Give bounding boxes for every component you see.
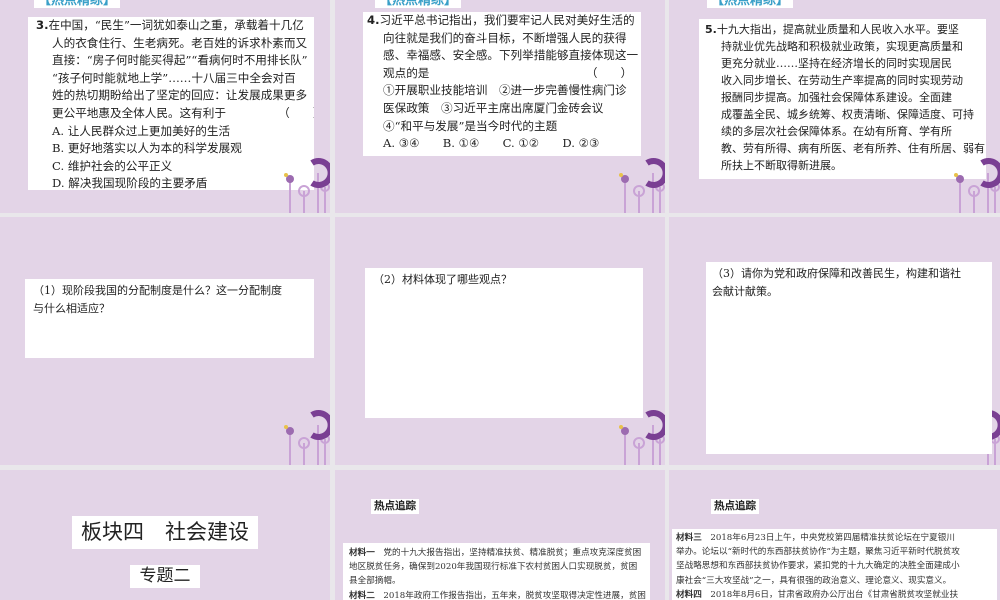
question-5-box: 5.十九大指出，提高就业质量和人民收入水平。要坚 持就业优先战略和积极就业政策，…: [699, 19, 986, 179]
text-line: 人的衣食住行、生老病死。老百姓的诉求朴素而又: [52, 35, 308, 50]
question-number: 5.: [705, 23, 717, 36]
text-line: 更充分就业……坚持在经济增长的同时实现居民: [721, 57, 952, 70]
option-c: C. 维护社会的公平正义: [52, 158, 173, 173]
text-line: （3）请你为党和政府保障和改善民生，构建和谐社: [712, 267, 961, 280]
slide-thumbnail-4[interactable]: （1）现阶段我国的分配制度是什么？这一分配制度 与什么相适应？: [0, 217, 330, 465]
text-line: 2018年8月6日，甘肃省政府办公厅出台《甘肃省脱贫攻坚就业扶: [710, 589, 959, 600]
question-1-box: （1）现阶段我国的分配制度是什么？这一分配制度 与什么相适应？: [25, 279, 314, 358]
question-2-box: （2）材料体现了哪些观点？: [365, 268, 643, 418]
slide-thumbnail-8[interactable]: 热点追踪 材料一 党的十九大报告指出，坚持精准扶贫、精准脱贫；重点攻克深度贫困 …: [335, 470, 665, 600]
text-line: 与什么相适应？: [33, 301, 110, 315]
text-line: 成覆盖全民、城乡统筹、权责清晰、保障适度、可持: [721, 108, 974, 121]
material-box: 材料三 2018年6月23日上午，中央党校第四届精准扶贫论坛在宁夏银川 举办。论…: [672, 529, 997, 600]
hot-topic-heading: 热点追踪: [711, 499, 759, 514]
text-line: 举办。论坛以“新时代的东西部扶贫协作”为主题，聚焦习近平新时代脱贫攻: [676, 547, 960, 558]
question-number: 3.: [36, 18, 49, 32]
slide-thumbnail-3[interactable]: 【热点精练】 5.十九大指出，提高就业质量和人民收入水平。要坚 持就业优先战略和…: [669, 0, 1000, 213]
text-line: 向往就是我们的奋斗目标，不断增强人民的获得: [383, 30, 627, 45]
question-number: 4.: [367, 13, 380, 27]
hot-topic-heading: 热点追踪: [371, 499, 419, 514]
material-label: 材料三: [676, 533, 702, 543]
text-line: 县全部摘帽。: [349, 576, 401, 587]
slide-thumbnail-9[interactable]: 热点追踪 材料三 2018年6月23日上午，中央党校第四届精准扶贫论坛在宁夏银川…: [669, 470, 1000, 600]
text-line: （2）材料体现了哪些观点？: [373, 273, 512, 286]
text-line: 报酬同步提高。加强社会保障体系建设。全面建: [721, 91, 952, 104]
topic-subtitle: 专题二: [130, 565, 200, 588]
text-line: 持就业优先战略和积极就业政策，实现更高质量和: [721, 40, 963, 53]
text-line: 直接：“房子何时能买得起”“看病何时不用排长队”: [52, 53, 308, 68]
text-line: 地区脱贫任务，确保到2020年我国现行标准下农村贫困人口实现脱贫，贫困: [349, 562, 638, 573]
material-box: 材料一 党的十九大报告指出，坚持精准扶贫、精准脱贫；重点攻克深度贫困 地区脱贫任…: [343, 543, 650, 600]
text-line: 所扶上不断取得新进展。: [721, 159, 842, 172]
option-a: A. 让人民群众过上更加美好的生活: [52, 123, 231, 138]
text-line: 坚战略思想和东西部扶贫协作要求，紧扣党的十九大确定的决胜全面建成小: [676, 561, 960, 572]
flower-decoration-icon: [619, 158, 665, 213]
material-label: 材料一: [349, 548, 375, 558]
section-title: 板块四 社会建设: [72, 516, 258, 549]
text-line: ①开展职业技能培训 ②进一步完善慢性病门诊: [383, 83, 627, 98]
text-line: （1）现阶段我国的分配制度是什么？这一分配制度: [33, 284, 282, 297]
flower-decoration-icon: [619, 410, 665, 465]
text-line: 会献计献策。: [712, 284, 778, 298]
slide-thumbnail-6[interactable]: （3）请你为党和政府保障和改善民生，构建和谐社 会献计献策。: [669, 217, 1000, 465]
text-line: 教、劳有所得、病有所医、老有所养、住有所居、弱有: [721, 142, 985, 155]
text-line: 2018年6月23日上午，中央党校第四届精准扶贫论坛在宁夏银川: [710, 533, 955, 543]
text-line: 收入同步增长、在劳动生产率提高的同时实现劳动: [721, 74, 963, 87]
flower-decoration-icon: [284, 410, 330, 465]
text-line: 医保政策 ③习近平主席出席厦门金砖会议: [383, 100, 604, 115]
text-line: 康社会“三大攻坚战”之一，具有很强的政治意义、理论意义、现实意义。: [676, 575, 952, 586]
slide-thumbnail-7[interactable]: 板块四 社会建设 专题二: [0, 470, 330, 600]
material-label: 材料二: [349, 590, 375, 600]
text-line: 观点的是 （ ）: [383, 65, 633, 80]
text-line: 习近平总书记指出，我们要牢记人民对美好生活的: [379, 13, 635, 27]
answer-options: A. ③④ B. ①④ C. ①② D. ②③: [383, 136, 600, 151]
question-3-box: （3）请你为党和政府保障和改善民生，构建和谐社 会献计献策。: [706, 262, 992, 454]
slide-tag: 【热点精练】: [375, 0, 462, 8]
option-d: D. 解决我国现阶段的主要矛盾: [52, 176, 208, 191]
text-line: 十九大指出，提高就业质量和人民收入水平。要坚: [716, 23, 959, 36]
text-line: 姓的热切期盼给出了坚定的回应：让发展成果更多: [52, 88, 308, 103]
slide-thumbnail-5[interactable]: （2）材料体现了哪些观点？: [335, 217, 665, 465]
text-line: “孩子何时能就地上学”……十八届三中全会对百: [52, 70, 296, 85]
option-b: B. 更好地落实以人为本的科学发展观: [52, 141, 242, 156]
text-line: 党的十九大报告指出，坚持精准扶贫、精准脱贫；重点攻克深度贫困: [383, 548, 642, 558]
slide-thumbnail-2[interactable]: 【热点精练】 4.习近平总书记指出，我们要牢记人民对美好生活的 向往就是我们的奋…: [335, 0, 665, 213]
flower-decoration-icon: [284, 158, 330, 213]
question-3-box: 3.在中国，“民生”一词犹如泰山之重，承载着十几亿 人的衣食住行、生老病死。老百…: [28, 17, 314, 190]
text-line: 2018年政府工作报告指出，五年来，脱贫攻坚取得决定性进展，贫困: [383, 590, 646, 600]
text-line: 在中国，“民生”一词犹如泰山之重，承载着十几亿: [48, 18, 304, 32]
text-line: 续的多层次社会保障体系。在幼有所育、学有所: [721, 125, 952, 138]
flower-decoration-icon: [954, 158, 1000, 213]
material-label: 材料四: [676, 589, 702, 600]
slide-thumbnail-1[interactable]: 【热点精练】 3.在中国，“民生”一词犹如泰山之重，承载着十几亿 人的衣食住行、…: [0, 0, 330, 213]
slide-tag: 【热点精练】: [34, 0, 121, 8]
question-4-box: 4.习近平总书记指出，我们要牢记人民对美好生活的 向往就是我们的奋斗目标，不断增…: [363, 12, 641, 156]
text-line: ④“和平与发展”是当今时代的主题: [383, 118, 558, 133]
text-line: 更公平地惠及全体人民。这有利于 （ ）: [52, 105, 314, 120]
text-line: 感、幸福感、安全感。下列举措能够直接体现这一: [383, 48, 639, 63]
slide-tag: 【热点精练】: [707, 0, 794, 8]
